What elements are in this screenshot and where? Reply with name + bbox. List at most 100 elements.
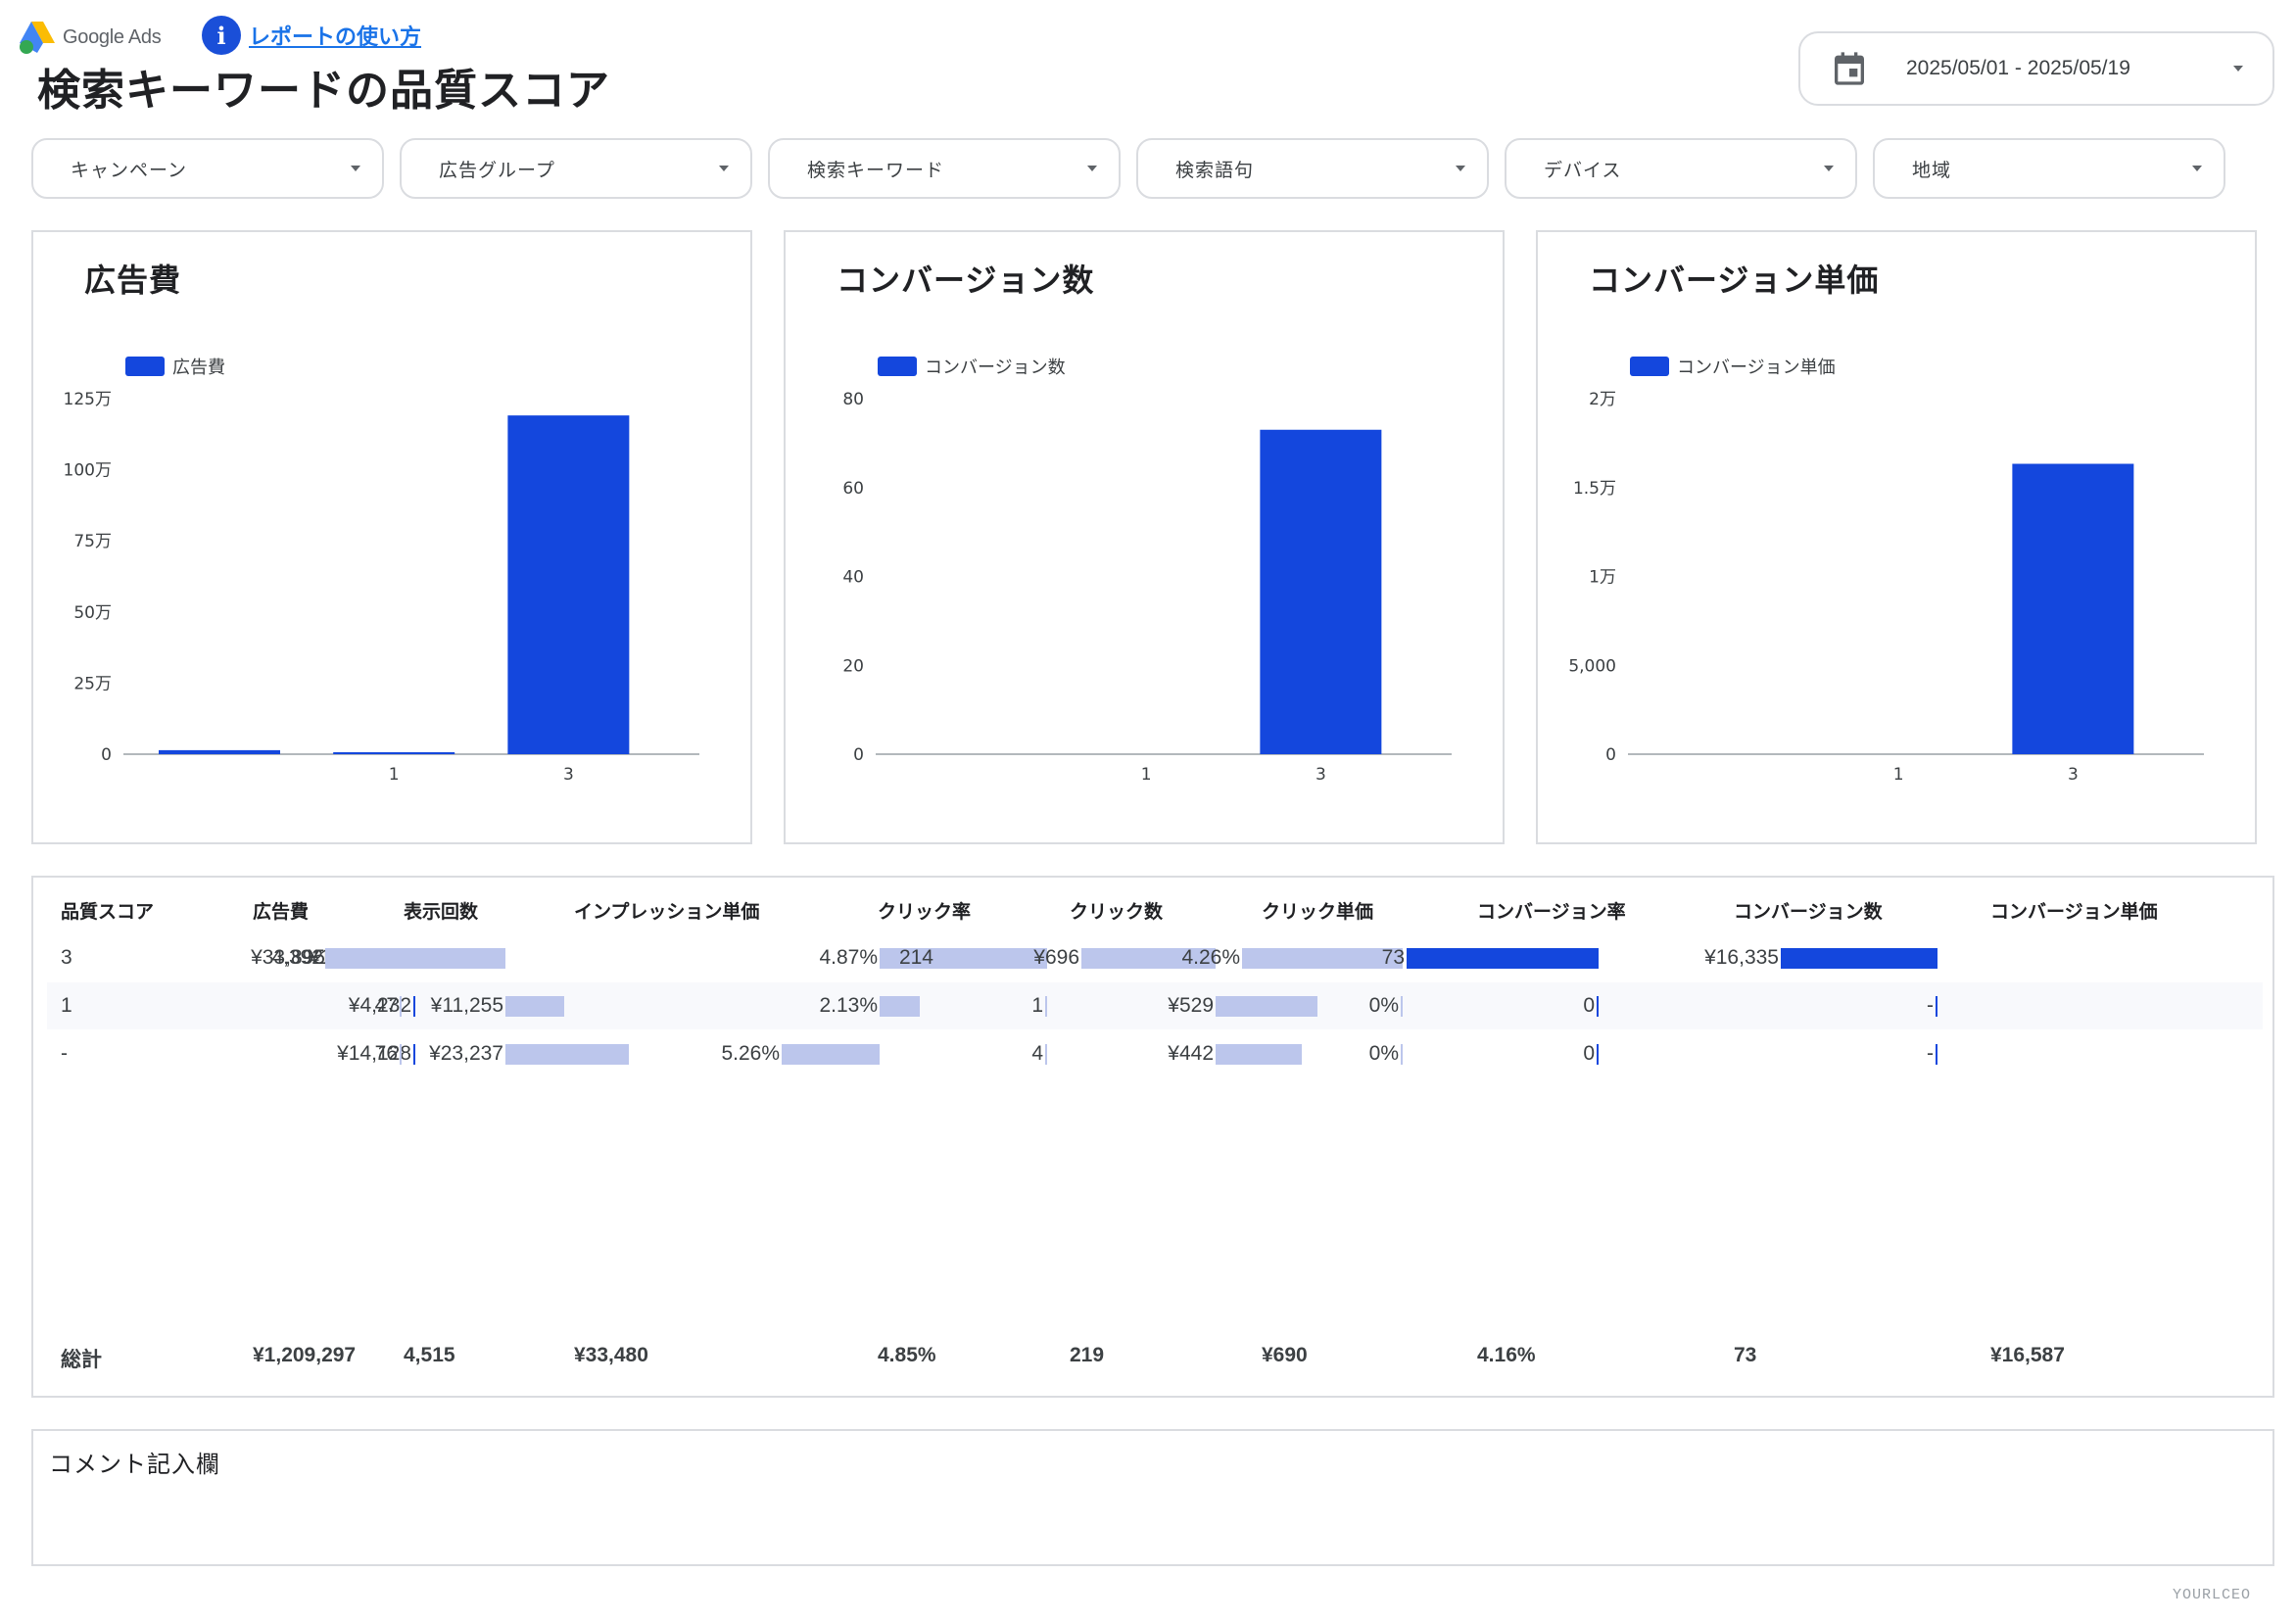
cell-value: 73 — [1382, 946, 1405, 970]
cell-value: 0 — [1583, 994, 1595, 1018]
table-cell: 76 — [375, 1030, 402, 1077]
table-cell: 73 — [1382, 934, 1599, 981]
cell-value: 3 — [61, 946, 72, 970]
cell-value: ¥16,335 — [1704, 946, 1779, 970]
cell-bar — [935, 948, 1047, 969]
table-row[interactable]: 1¥4,23247¥11,2552.13%1¥5290%0- — [47, 982, 2263, 1029]
table-cell: ¥23,237 — [429, 1030, 629, 1077]
table-row[interactable]: -¥14,12876¥23,2375.26%4¥4420%0- — [47, 1030, 2263, 1077]
cell-value: - — [1927, 994, 1934, 1018]
cell-bar — [1597, 996, 1599, 1017]
bar-chart-cost: 広告費025万50万75万100万125万13 — [33, 232, 754, 846]
chevron-down-icon — [2233, 66, 2243, 72]
report-help-link[interactable]: レポートの使い方 — [249, 20, 421, 51]
filter-device[interactable]: デバイス — [1505, 138, 1857, 199]
bar[interactable] — [1260, 430, 1381, 754]
cell-bar — [1216, 996, 1317, 1017]
column-header[interactable]: コンバージョン率 — [1477, 897, 1626, 929]
bar[interactable] — [333, 752, 454, 754]
report-help[interactable]: i レポートの使い方 — [202, 16, 421, 55]
cell-bar — [1242, 948, 1403, 969]
total-ctr: 4.85% — [878, 1344, 936, 1367]
filter-search-term[interactable]: 検索語句 — [1136, 138, 1489, 199]
cell-value: ¥529 — [1168, 994, 1214, 1018]
column-header[interactable]: クリック率 — [878, 897, 971, 929]
table-row[interactable]: 3¥1,190,9374,392¥33,8954.87%214¥6964.26%… — [47, 934, 2263, 981]
chart-card-conversions: コンバージョン数 コンバージョン数02040608013 — [784, 230, 1505, 844]
chart-card-cpa: コンバージョン単価 コンバージョン単価05,0001万1.5万2万13 — [1536, 230, 2257, 844]
x-tick-label: 3 — [1315, 765, 1326, 785]
cell-bar — [1401, 996, 1403, 1017]
cell-value: ¥11,255 — [431, 994, 503, 1018]
y-tick-label: 40 — [842, 568, 864, 588]
legend-label: コンバージョン単価 — [1677, 358, 1836, 378]
table-cell: - — [1927, 982, 1937, 1029]
y-tick-label: 80 — [842, 390, 864, 409]
table-cell: ¥442 — [1168, 1030, 1302, 1077]
bar[interactable] — [159, 750, 280, 754]
google-ads-logo-icon — [18, 20, 57, 55]
y-tick-label: 125万 — [64, 390, 112, 409]
table-cell: ¥529 — [1168, 982, 1317, 1029]
table-cell: 47 — [375, 982, 402, 1029]
column-header[interactable]: クリック単価 — [1262, 897, 1373, 929]
filter-label: キャンペーン — [71, 156, 187, 182]
cell-bar — [1936, 996, 1937, 1017]
total-cpc: ¥690 — [1262, 1344, 1308, 1367]
total-cost: ¥1,209,297 — [253, 1344, 356, 1367]
y-tick-label: 5,000 — [1568, 656, 1616, 676]
y-tick-label: 1.5万 — [1573, 479, 1616, 499]
cell-value: ¥33,895 — [251, 946, 325, 970]
cell-bar — [1045, 996, 1047, 1017]
column-header[interactable]: インプレッション単価 — [574, 897, 759, 929]
column-header[interactable]: 品質スコア — [61, 897, 154, 929]
cell-bar — [880, 996, 920, 1017]
cell-value: 4 — [1031, 1042, 1043, 1066]
cell-bar — [400, 996, 402, 1017]
cell-value: 0% — [1369, 1042, 1399, 1066]
filter-keyword[interactable]: 検索キーワード — [768, 138, 1121, 199]
comment-label: コメント記入欄 — [49, 1445, 220, 1479]
table-cell: 3 — [61, 934, 72, 981]
column-header[interactable]: 広告費 — [253, 897, 309, 929]
cell-value: 0% — [1369, 994, 1399, 1018]
bar-chart-conversions: コンバージョン数02040608013 — [786, 232, 1507, 846]
chevron-down-icon — [719, 166, 729, 171]
chart-legend: コンバージョン数 — [878, 357, 1066, 378]
watermark: YOURLCEO — [2173, 1587, 2251, 1603]
bar[interactable] — [2012, 464, 2133, 754]
filter-label: 検索語句 — [1175, 156, 1254, 182]
column-header[interactable]: クリック数 — [1070, 897, 1163, 929]
cell-value: - — [61, 1042, 68, 1066]
x-tick-label: 1 — [1141, 765, 1152, 785]
table-cell: 0 — [1583, 1030, 1599, 1077]
page-title: 検索キーワードの品質スコア — [37, 55, 610, 118]
cell-value: 4.87% — [819, 946, 878, 970]
filter-campaign[interactable]: キャンペーン — [31, 138, 384, 199]
y-tick-label: 60 — [842, 479, 864, 499]
date-range-picker[interactable]: 2025/05/01 - 2025/05/19 — [1798, 31, 2274, 106]
cell-value: ¥696 — [1033, 946, 1079, 970]
cell-value: 214 — [899, 946, 933, 970]
column-header[interactable]: 表示回数 — [404, 897, 478, 929]
comment-box[interactable]: コメント記入欄 — [31, 1429, 2274, 1566]
cell-bar — [1401, 1044, 1403, 1065]
total-clicks: 219 — [1070, 1344, 1104, 1367]
filter-region[interactable]: 地域 — [1873, 138, 2225, 199]
bar-chart-cpa: コンバージョン単価05,0001万1.5万2万13 — [1538, 232, 2259, 846]
filter-ad-group[interactable]: 広告グループ — [400, 138, 752, 199]
cell-bar — [327, 948, 505, 969]
bar[interactable] — [507, 415, 629, 754]
table-cell: ¥11,255 — [431, 982, 564, 1029]
legend-swatch — [878, 357, 917, 376]
table-cell: 4.26% — [1181, 934, 1403, 981]
column-header[interactable]: コンバージョン単価 — [1990, 897, 2158, 929]
table-cell: 1 — [61, 982, 72, 1029]
x-tick-label: 1 — [389, 765, 400, 785]
y-tick-label: 20 — [842, 656, 864, 676]
quality-score-table: 品質スコア 広告費 表示回数 インプレッション単価 クリック率 クリック数 クリ… — [31, 876, 2274, 1398]
total-conversions: 73 — [1734, 1344, 1756, 1367]
column-header[interactable]: コンバージョン数 — [1734, 897, 1883, 929]
table-cell: ¥16,335 — [1704, 934, 1937, 981]
info-icon[interactable]: i — [202, 16, 241, 55]
